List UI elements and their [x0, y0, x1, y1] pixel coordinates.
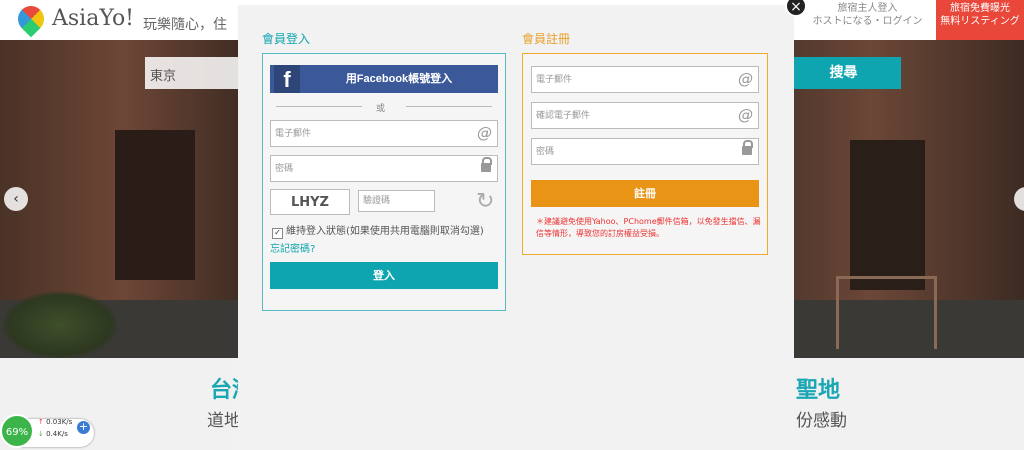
login-email-field[interactable]: @ [270, 120, 498, 147]
register-confirm-email-input[interactable] [532, 103, 758, 128]
section-sub-left: 道地 [207, 411, 241, 431]
lock-icon [481, 157, 492, 172]
slogan: 玩樂隨心，住 [143, 17, 227, 33]
search-button[interactable]: 搜尋 [786, 57, 901, 89]
facebook-login-label: 用Facebook帳號登入 [345, 73, 453, 85]
section-title-right: 聖地 [796, 378, 841, 403]
cpu-percent-badge: 69% [0, 414, 34, 448]
download-arrow-icon: ↓ [38, 430, 44, 438]
register-title: 會員註冊 [522, 32, 571, 46]
hero-door [115, 130, 195, 280]
at-sign-icon: @ [738, 70, 753, 88]
at-sign-icon: @ [477, 124, 492, 142]
search-value: 東京 [150, 69, 177, 84]
section-sub-right: 份感動 [796, 411, 847, 431]
register-password-input[interactable] [532, 139, 758, 164]
login-title: 會員登入 [262, 32, 311, 46]
or-text: 或 [376, 104, 386, 114]
download-speed: ↓ 0.4K/s [38, 430, 68, 438]
widget-plus-icon[interactable]: + [77, 421, 90, 434]
divider-line [406, 106, 492, 107]
login-password-input[interactable] [271, 156, 497, 181]
or-divider: 或 [276, 101, 492, 114]
forgot-password-link[interactable]: 忘記密碼? [270, 240, 315, 255]
host-free-label: 旅宿免費曝光 [950, 3, 1010, 14]
upload-speed: ↑ 0.03K/s [38, 418, 72, 426]
remember-label: 維持登入狀態(如果使用共用電腦則取消勾選) [286, 226, 484, 237]
logo-text[interactable]: AsiaYo! [52, 6, 134, 31]
at-sign-icon: @ [738, 106, 753, 124]
upload-value: 0.03K/s [46, 418, 73, 426]
host-free-listing-button[interactable]: 旅宿免費曝光 無料リスティング [936, 0, 1024, 40]
network-speed-widget[interactable]: 69% ↑ 0.03K/s ↓ 0.4K/s + [0, 414, 96, 450]
register-email-input[interactable] [532, 67, 758, 92]
host-login-label: 旅宿主人登入 [837, 3, 898, 14]
hero-door [850, 140, 925, 290]
register-confirm-email-field[interactable]: @ [531, 102, 759, 129]
remember-checkbox[interactable]: ✓ [272, 228, 283, 239]
download-value: 0.4K/s [46, 430, 68, 438]
captcha-image: LHYZ [270, 189, 350, 215]
register-button[interactable]: 註冊 [531, 180, 759, 207]
upload-arrow-icon: ↑ [38, 418, 44, 426]
register-notice: ＊建議避免使用Yahoo、PChome郵件信箱，以免發生擋信、漏信等情形，導致您… [536, 217, 761, 238]
hero-plant [0, 290, 120, 360]
captcha-field[interactable] [358, 190, 435, 212]
divider-line [276, 106, 362, 107]
register-password-field[interactable] [531, 138, 759, 165]
asiayo-logo-icon[interactable] [12, 0, 50, 38]
captcha-input[interactable] [359, 191, 434, 211]
facebook-login-button[interactable]: f 用Facebook帳號登入 [270, 65, 498, 93]
lock-icon [742, 140, 753, 155]
login-button[interactable]: 登入 [270, 262, 498, 289]
host-login-link[interactable]: 旅宿主人登入 ホストになる・ログイン [800, 0, 935, 40]
facebook-icon: f [274, 65, 300, 93]
refresh-captcha-icon[interactable]: ↻ [476, 190, 494, 214]
login-email-input[interactable] [271, 121, 497, 146]
carousel-prev-icon[interactable]: ‹ [4, 187, 28, 211]
hero-bench [836, 276, 937, 349]
host-login-sub: ホストになる・ログイン [812, 16, 923, 27]
remember-me[interactable]: ✓ 維持登入狀態(如果使用共用電腦則取消勾選) [272, 222, 484, 239]
host-free-sub: 無料リスティング [940, 16, 1020, 27]
register-email-field[interactable]: @ [531, 66, 759, 93]
login-password-field[interactable] [270, 155, 498, 182]
